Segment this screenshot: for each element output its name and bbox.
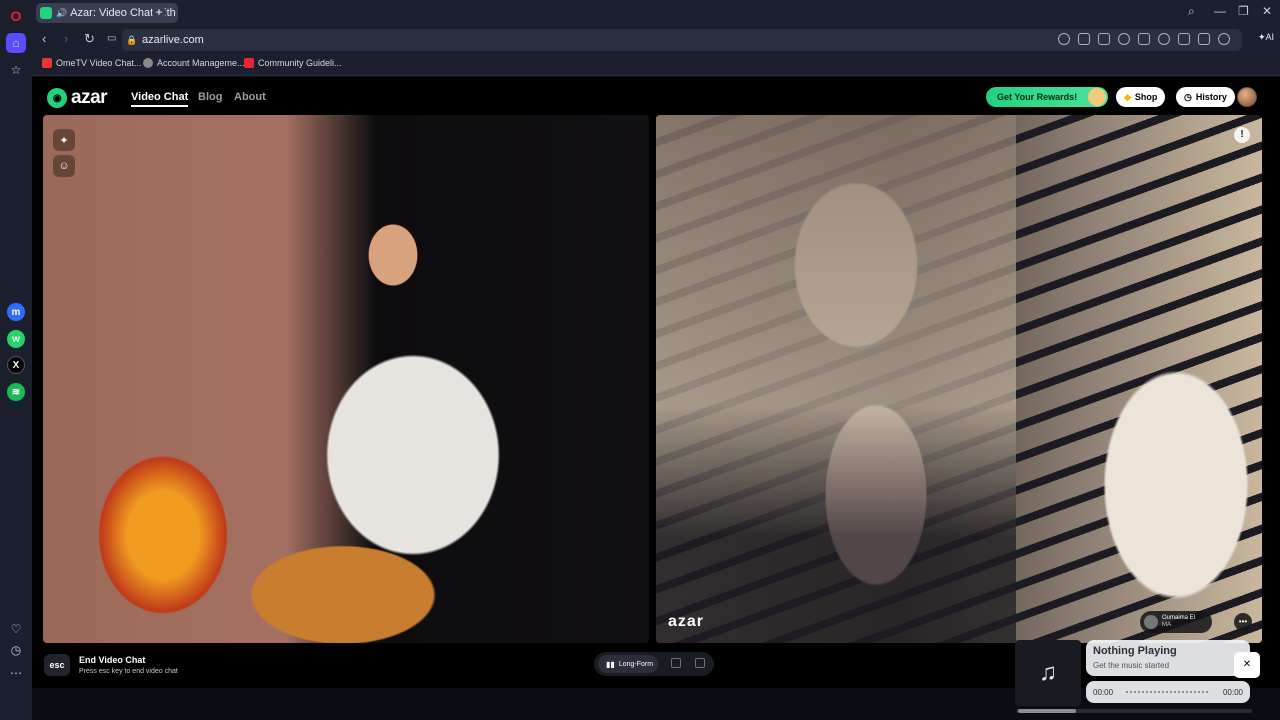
- browser-sidebar: O ⌂ ☆ m w X ≋ ♡ ◷ ⋯: [0, 0, 32, 720]
- azar-logo-icon: ◉: [47, 88, 67, 108]
- more-icon[interactable]: ⋯: [6, 663, 26, 683]
- chat-bubble-icon[interactable]: •••: [1234, 613, 1252, 631]
- tab-bar: 🔊 Azar: Video Chat with + ⌕ — ❐ ✕: [32, 0, 1280, 26]
- star-icon[interactable]: ☆: [6, 60, 26, 80]
- end-video-chat-label[interactable]: End Video Chat: [79, 655, 145, 665]
- music-note-icon[interactable]: ♫: [1015, 640, 1081, 706]
- effects-icon[interactable]: ✦: [53, 129, 75, 151]
- diamond-icon: ◆: [1124, 91, 1131, 102]
- music-subtitle: Get the music started: [1093, 661, 1170, 670]
- clock-icon: ◷: [1184, 91, 1192, 102]
- search-tabs-icon[interactable]: ⌕: [1188, 4, 1195, 19]
- account-favicon-icon: [143, 58, 153, 68]
- url-input[interactable]: 🔒 azarlive.com: [122, 29, 1242, 51]
- lock-icon: 🔒: [126, 35, 138, 45]
- bookmark-account[interactable]: Account Manageme...: [143, 58, 245, 68]
- home-icon[interactable]: ⌂: [6, 33, 26, 53]
- peer-country: MA: [1162, 622, 1171, 628]
- profile-icon[interactable]: [1218, 33, 1230, 45]
- music-player: Nothing Playing Get the music started: [1086, 640, 1250, 676]
- opera-logo-icon[interactable]: O: [6, 6, 26, 26]
- whatsapp-icon[interactable]: w: [7, 330, 25, 348]
- music-time-end: 00:00: [1222, 688, 1243, 697]
- layout-long-form-button[interactable]: ▮▮ Long-Form: [598, 655, 658, 673]
- gift-icon: [1088, 88, 1106, 106]
- rewards-button[interactable]: Get Your Rewards!: [986, 87, 1108, 107]
- play-icon[interactable]: [1138, 33, 1150, 45]
- report-icon[interactable]: !: [1234, 127, 1250, 143]
- new-tab-button[interactable]: +: [152, 6, 166, 20]
- peer-name: Oumaima El: [1162, 615, 1196, 621]
- adblock-icon[interactable]: [1118, 33, 1130, 45]
- layout-switcher: ▮▮ Long-Form: [594, 652, 714, 676]
- ometv-favicon-icon: [42, 58, 52, 68]
- maximize-button[interactable]: ❐: [1238, 4, 1249, 18]
- layout-stacked-icon[interactable]: [671, 658, 681, 668]
- heart-toolbar-icon[interactable]: [1158, 33, 1170, 45]
- heart-icon[interactable]: ♡: [6, 619, 26, 639]
- music-close-button[interactable]: ✕: [1234, 652, 1260, 678]
- bookmarks-bar: OmeTV Video Chat... Account Manageme... …: [32, 54, 1280, 76]
- long-form-icon: ▮▮: [606, 659, 615, 669]
- music-track-bar[interactable]: [1126, 691, 1210, 693]
- scrollbar-thumb[interactable]: [1018, 709, 1076, 713]
- music-progress[interactable]: 00:00 00:00: [1086, 681, 1250, 703]
- nav-about[interactable]: About: [234, 91, 266, 103]
- bookmark-ometv[interactable]: OmeTV Video Chat...: [42, 58, 141, 68]
- menu-icon[interactable]: [1198, 33, 1210, 45]
- nav-video-chat[interactable]: Video Chat: [131, 91, 189, 107]
- search-icon[interactable]: [1058, 33, 1070, 45]
- azar-watermark: azar: [668, 613, 705, 630]
- partner-video: ! azar Oumaima El MA •••: [656, 115, 1262, 643]
- azar-favicon-icon: [40, 7, 52, 19]
- bookmark-guidelines[interactable]: Community Guideli...: [244, 58, 342, 68]
- camera-icon[interactable]: [1098, 33, 1110, 45]
- back-button[interactable]: ‹: [42, 31, 46, 46]
- azar-page: ◉ azar Video Chat Blog About Get Your Re…: [32, 77, 1280, 688]
- snapshot-icon[interactable]: ▭: [107, 33, 116, 44]
- history-clock-icon[interactable]: ◷: [6, 640, 26, 660]
- esc-key-button[interactable]: esc: [44, 654, 70, 676]
- avatar[interactable]: [1237, 87, 1257, 107]
- end-video-chat-hint: Press esc key to end video chat: [79, 668, 178, 675]
- layout-grid-icon[interactable]: [695, 658, 705, 668]
- music-title: Nothing Playing: [1093, 645, 1177, 657]
- url-text: azarlive.com: [142, 34, 204, 46]
- address-bar: ‹ › ↻ ▭ 🔒 azarlive.com ✦AI: [32, 26, 1280, 54]
- download-icon[interactable]: [1178, 33, 1190, 45]
- speaker-icon[interactable]: 🔊: [56, 8, 67, 19]
- spotify-icon[interactable]: ≋: [7, 383, 25, 401]
- peer-avatar: [1144, 615, 1158, 629]
- close-window-button[interactable]: ✕: [1262, 4, 1272, 18]
- x-icon[interactable]: X: [7, 356, 25, 374]
- music-time-start: 00:00: [1093, 688, 1114, 697]
- nav-blog[interactable]: Blog: [198, 91, 222, 103]
- ai-icon[interactable]: ✦AI: [1258, 32, 1274, 43]
- face-filter-icon[interactable]: ☺: [53, 155, 75, 177]
- edit-icon[interactable]: [1078, 33, 1090, 45]
- shop-button[interactable]: ◆ Shop: [1116, 87, 1166, 107]
- my-video: ✦ ☺: [43, 115, 649, 643]
- forward-button[interactable]: ›: [64, 31, 68, 46]
- azar-logo[interactable]: ◉ azar: [47, 87, 108, 109]
- reload-button[interactable]: ↻: [84, 31, 95, 47]
- history-button[interactable]: ◷ History: [1176, 87, 1235, 107]
- gmail-favicon-icon: [244, 58, 254, 68]
- messenger-icon[interactable]: m: [7, 303, 25, 321]
- minimize-button[interactable]: —: [1214, 4, 1226, 18]
- peer-profile-badge[interactable]: Oumaima El MA: [1140, 611, 1212, 633]
